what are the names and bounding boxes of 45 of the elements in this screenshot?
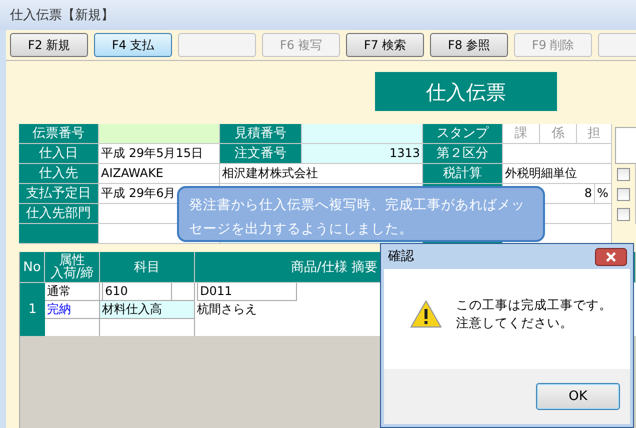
field-label: 仕入日 (19, 144, 99, 164)
field-label: 税計算 (423, 164, 503, 184)
item-name: 杭間さらえ (197, 302, 257, 316)
field-label: スタンプ (423, 124, 503, 144)
function-key-button[interactable]: F7 検索 (346, 33, 424, 57)
checkbox[interactable] (617, 208, 630, 220)
column-header: 入荷/締 (50, 267, 94, 280)
dialog-message: 注意してください。 (456, 314, 574, 332)
attribute-cell: 通常 (45, 283, 99, 301)
field-value: 1313 (302, 144, 423, 164)
function-key-button[interactable]: F4 支払 (94, 33, 172, 57)
stamp-cell: 課 (503, 124, 540, 144)
close-icon[interactable] (595, 248, 627, 266)
stamp-cell: 担 (577, 124, 612, 144)
field-value: AIZAWAKE (99, 164, 220, 184)
attribute-cell: 完納 (45, 301, 99, 319)
unit-label: % (595, 184, 612, 204)
field-label: 注文番号 (220, 144, 302, 164)
item-code-field[interactable]: D011 (197, 283, 297, 301)
field-value: 外税明細単位 (503, 164, 612, 184)
row-number: 1 (20, 283, 45, 337)
supplier-name: 相沢建材株式会社 (220, 164, 423, 184)
approval-box (615, 127, 636, 164)
ok-button[interactable]: OK (536, 383, 620, 410)
field-label: 伝票番号 (19, 124, 99, 144)
field-label: 仕入先部門 (19, 204, 99, 224)
field-label: 支払予定日 (19, 184, 99, 204)
field-label: 仕入先 (19, 164, 99, 184)
window-title: 仕入伝票【新規】 (0, 0, 636, 30)
field-value: 平成 29年5月15日 (99, 144, 220, 164)
column-header: No (20, 252, 45, 282)
checkbox[interactable] (617, 168, 630, 180)
warning-icon (410, 299, 442, 329)
function-key-button[interactable]: F2 新規 (10, 33, 88, 57)
stamp-cell: 係 (540, 124, 577, 144)
checkbox[interactable] (617, 188, 630, 200)
column-header: 科目 (100, 252, 195, 282)
field-label: 見積番号 (220, 124, 302, 144)
note-tooltip: 発注書から仕入伝票へ複写時、完成工事があればメッセージを出力するようにしました。 (177, 186, 545, 242)
column-header: 属性 (59, 254, 85, 267)
form-title: 仕入伝票 (375, 72, 557, 111)
dialog-message: この工事は完成工事です。 (456, 296, 612, 314)
account-name: 材料仕入高 (100, 301, 194, 319)
function-key-button[interactable]: F8 参照 (430, 33, 508, 57)
field-label: 第２区分 (423, 144, 503, 164)
